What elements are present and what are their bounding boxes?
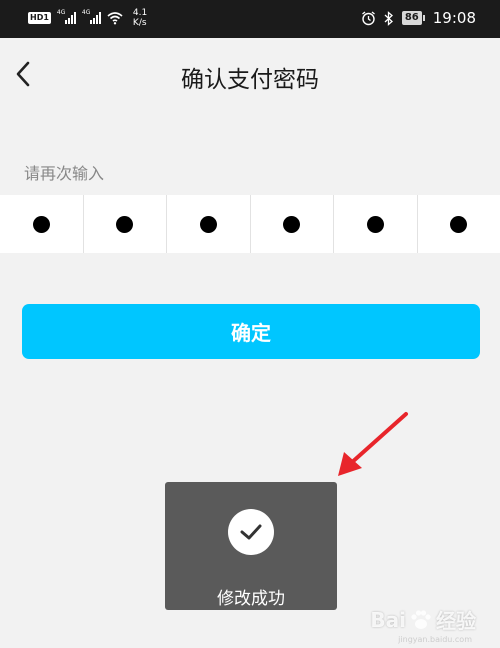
pin-cell bbox=[251, 195, 334, 253]
alarm-icon bbox=[361, 10, 375, 25]
wifi-icon bbox=[107, 12, 123, 25]
status-bar-left: HD1 4G 4G 4.1 K/s bbox=[28, 8, 147, 28]
pin-cell bbox=[167, 195, 251, 253]
page-title: 确认支付密码 bbox=[181, 67, 319, 93]
watermark-text: Bai bbox=[370, 607, 406, 632]
speed-unit: K/s bbox=[132, 18, 147, 28]
signal-label-2: 4G bbox=[81, 9, 91, 16]
pin-dot bbox=[116, 215, 134, 233]
battery-icon: 86 bbox=[401, 11, 425, 25]
pin-cell bbox=[84, 195, 167, 253]
hd-text: HD bbox=[30, 13, 44, 22]
success-toast: 修改成功 bbox=[165, 482, 337, 610]
paw-logo-icon bbox=[411, 609, 431, 629]
speed-value: 4.1 bbox=[132, 8, 148, 18]
pin-cell bbox=[334, 195, 418, 253]
baidu-watermark: Bai 经验 bbox=[370, 605, 476, 634]
check-circle bbox=[228, 509, 274, 555]
hd-badge: HD1 bbox=[28, 12, 51, 24]
pin-dot bbox=[32, 215, 50, 233]
watermark-subtext: jingyan.baidu.com bbox=[398, 635, 472, 644]
network-speed: 4.1 K/s bbox=[133, 8, 147, 28]
pin-dot bbox=[450, 215, 468, 233]
check-icon bbox=[240, 524, 262, 540]
clock: 19:08 bbox=[432, 9, 476, 27]
confirm-button[interactable]: 确定 bbox=[22, 304, 480, 359]
pin-cell bbox=[418, 195, 500, 253]
pin-input[interactable] bbox=[0, 195, 500, 253]
pin-dot bbox=[199, 215, 217, 233]
pin-cell bbox=[0, 195, 84, 253]
input-hint: 请再次输入 bbox=[24, 164, 105, 183]
sim-number: 1 bbox=[43, 13, 49, 22]
signal-strength-icon: 4G bbox=[56, 9, 76, 24]
status-bar: HD1 4G 4G 4.1 K/s 86 19:08 bbox=[0, 0, 500, 38]
bluetooth-icon bbox=[384, 10, 393, 26]
signal-label: 4G bbox=[56, 9, 66, 16]
signal-strength-icon-2: 4G bbox=[81, 9, 101, 24]
status-bar-right: 86 19:08 bbox=[361, 9, 476, 27]
watermark-text-2: 经验 bbox=[436, 609, 476, 633]
pin-dot bbox=[366, 215, 384, 233]
pin-dot bbox=[283, 215, 301, 233]
annotation-arrow-icon bbox=[338, 412, 408, 476]
nav-header: 确认支付密码 bbox=[0, 38, 500, 110]
battery-level: 86 bbox=[401, 11, 422, 25]
toast-message: 修改成功 bbox=[217, 589, 285, 609]
